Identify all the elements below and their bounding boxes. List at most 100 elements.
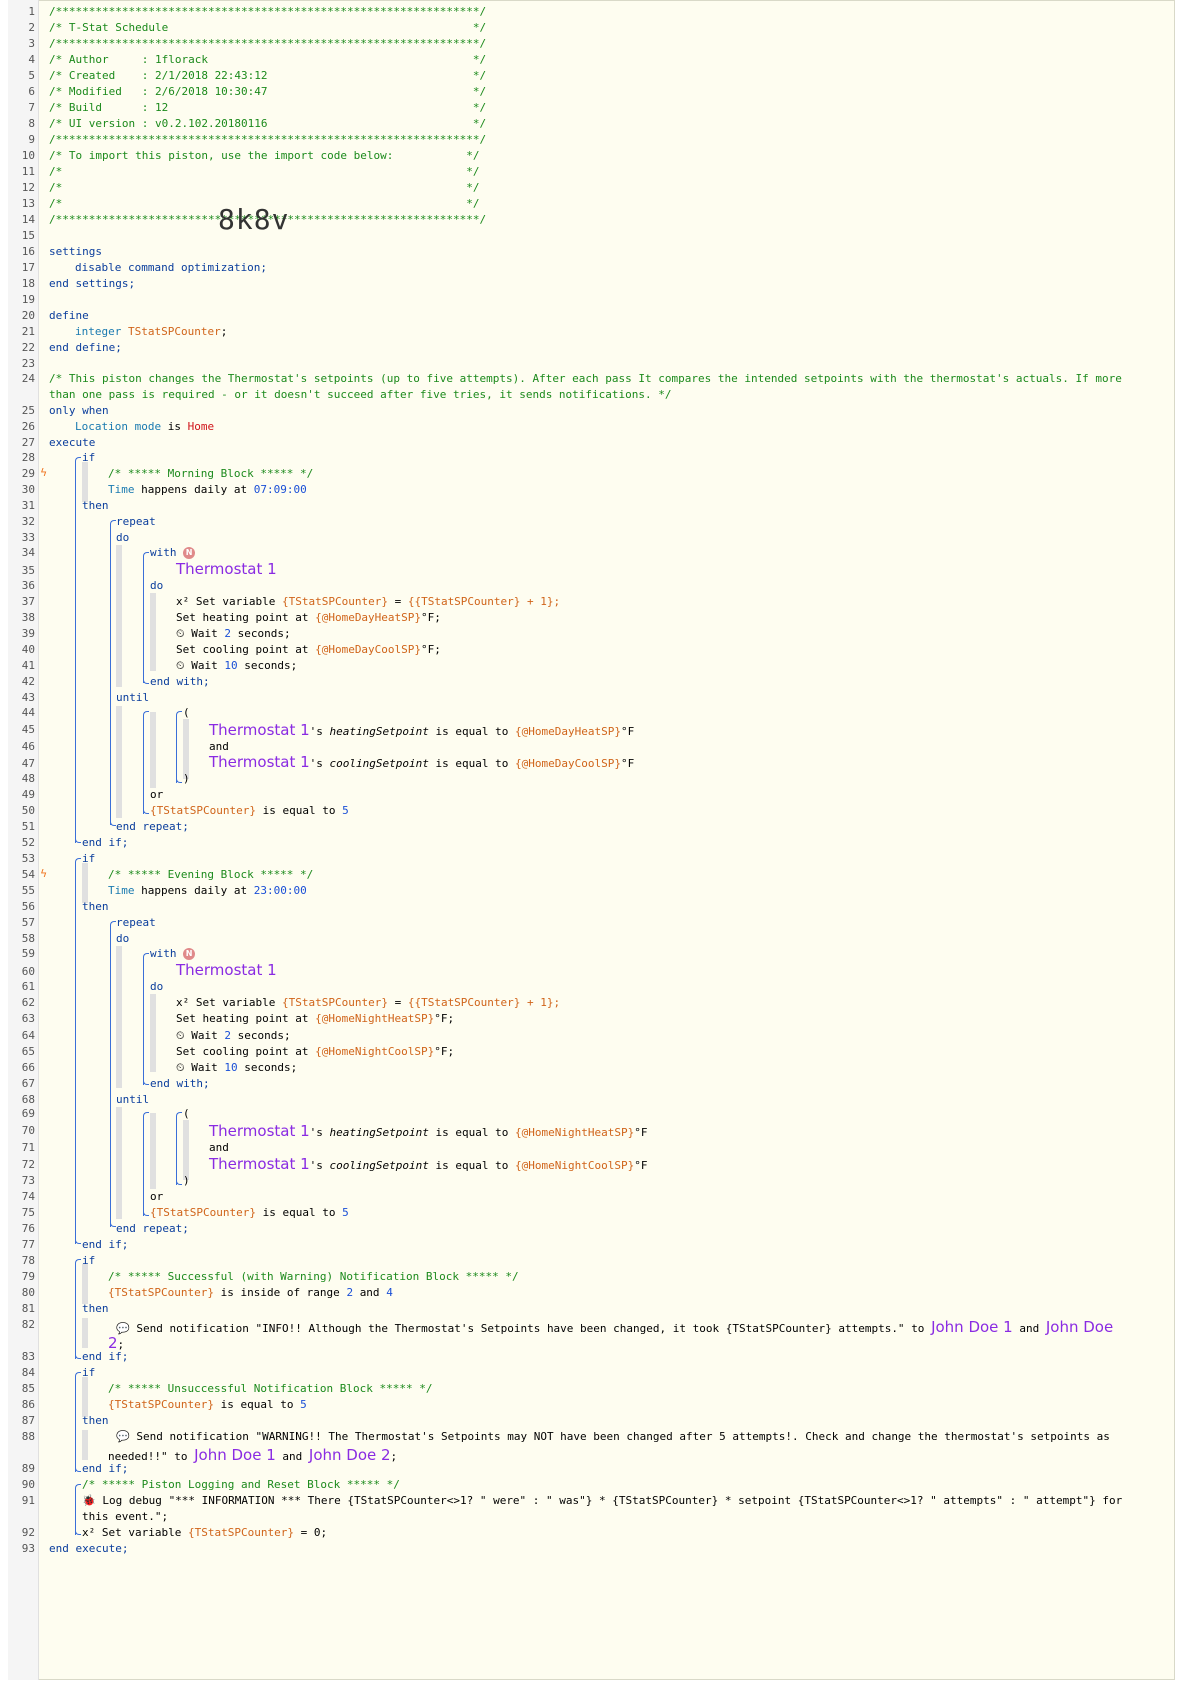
trigger-icon: ϟ <box>40 867 48 880</box>
line-number: 79 <box>21 1270 35 1283</box>
set-variable-icon: x² <box>82 1526 96 1539</box>
line-number: 33 <box>21 531 35 544</box>
or-operator[interactable]: or <box>150 1190 163 1203</box>
repeat-keyword[interactable]: repeat <box>116 515 156 528</box>
unit: °F <box>620 725 635 738</box>
set-heating-statement[interactable]: Set heating point at {@HomeDayHeatSP}°F; <box>176 611 441 624</box>
code-line: /* */ <box>49 181 480 194</box>
counter-variable: {TStatSPCounter} <box>150 804 256 817</box>
if-block-bracket-end <box>75 837 81 843</box>
range-condition[interactable]: {TStatSPCounter} is inside of range 2 an… <box>108 1286 393 1299</box>
until-condition[interactable]: Thermostat 1's coolingSetpoint is equal … <box>209 753 634 771</box>
equals: = <box>394 595 402 608</box>
compare-value: 5 <box>300 1398 307 1411</box>
disable-command-optimization[interactable]: disable command optimization; <box>75 261 267 274</box>
line-number: 6 <box>28 85 35 98</box>
variable-declaration[interactable]: integer TStatSPCounter; <box>75 325 227 338</box>
until-condition[interactable]: Thermostat 1's heatingSetpoint is equal … <box>209 1122 647 1140</box>
wait-label: Wait <box>191 1061 218 1074</box>
until-bar <box>116 1107 122 1219</box>
send-notification-statement[interactable]: 💬 Send notification "INFO!! Although the… <box>116 1318 1113 1336</box>
log-message-end: this event."; <box>82 1510 169 1523</box>
code-line: /***************************************… <box>49 37 487 50</box>
until-condition[interactable]: Thermostat 1's heatingSetpoint is equal … <box>209 721 634 739</box>
equal-condition[interactable]: {TStatSPCounter} is equal to 5 <box>108 1398 307 1411</box>
to-label: to <box>174 1450 188 1463</box>
line-number: 36 <box>21 579 35 592</box>
time-condition[interactable]: Time happens daily at 07:09:00 <box>108 483 307 496</box>
counter-variable: {TStatSPCounter} <box>150 1206 256 1219</box>
if-keyword[interactable]: if <box>82 852 95 865</box>
wait-statement[interactable]: ⏲ Wait 2 seconds; <box>176 627 291 641</box>
with-keyword[interactable]: with N <box>150 546 196 559</box>
wait-statement[interactable]: ⏲ Wait 10 seconds; <box>176 659 297 673</box>
line-number: 82 <box>21 1318 35 1331</box>
counter-variable: {TStatSPCounter} <box>108 1286 214 1299</box>
line-number: 68 <box>21 1093 35 1106</box>
line-number: 7 <box>28 101 35 114</box>
set-cooling-statement[interactable]: Set cooling point at {@HomeNightCoolSP}°… <box>176 1045 454 1058</box>
comparison: is equal to <box>220 1398 294 1411</box>
line-number: 23 <box>21 357 35 370</box>
repeat-keyword[interactable]: repeat <box>116 916 156 929</box>
set-heating-statement[interactable]: Set heating point at {@HomeNightHeatSP}°… <box>176 1012 454 1025</box>
do-bar <box>116 545 122 687</box>
import-code[interactable]: 8k8v <box>218 203 289 236</box>
wait-statement[interactable]: ⏲ Wait 10 seconds; <box>176 1061 297 1075</box>
comparison: is equal to <box>435 757 509 770</box>
timer-icon: ⏲ <box>176 1029 185 1042</box>
end-with: end with; <box>150 675 210 688</box>
or-operator[interactable]: or <box>150 788 163 801</box>
and-operator[interactable]: and <box>209 1141 229 1154</box>
log-statement[interactable]: 🐞 Log debug "*** INFORMATION *** There {… <box>82 1494 1122 1507</box>
line-number: 37 <box>21 595 35 608</box>
until-block-bracket <box>143 1112 149 1216</box>
end-execute: end execute; <box>49 1542 129 1555</box>
line-number: 71 <box>21 1141 35 1154</box>
if-keyword[interactable]: if <box>82 1254 95 1267</box>
with-block-bracket <box>143 552 149 683</box>
set-variable-statement[interactable]: x² Set variable {TStatSPCounter} = {{TSt… <box>176 595 560 608</box>
timer-icon: ⏲ <box>176 659 185 672</box>
set-variable-statement[interactable]: x² Set variable {TStatSPCounter} = {{TSt… <box>176 996 560 1009</box>
line-number: 9 <box>28 133 35 146</box>
line-number: 29 <box>21 467 35 480</box>
timer-icon: ⏲ <box>176 627 185 640</box>
set-variable-label: Set variable <box>101 1526 182 1539</box>
line-number: 54 <box>21 868 35 881</box>
line-number: 60 <box>21 965 35 978</box>
set-cooling-statement[interactable]: Set cooling point at {@HomeDayCoolSP}°F; <box>176 643 441 656</box>
if-keyword[interactable]: if <box>82 1366 95 1379</box>
line-number: 46 <box>21 740 35 753</box>
until-condition[interactable]: {TStatSPCounter} is equal to 5 <box>150 804 349 817</box>
device-name[interactable]: Thermostat 1 <box>176 961 277 979</box>
end-if: end if; <box>82 1350 129 1363</box>
line-number: 65 <box>21 1045 35 1058</box>
line-number: 22 <box>21 341 35 354</box>
happens-daily: happens daily at <box>141 884 248 897</box>
if-block-bracket-end <box>75 1238 81 1244</box>
time-condition[interactable]: Time happens daily at 23:00:00 <box>108 884 307 897</box>
chat-icon: 💬 <box>116 1430 130 1443</box>
send-notification-statement[interactable]: 💬 Send notification "WARNING!! The Therm… <box>116 1430 1110 1443</box>
if-keyword[interactable]: if <box>82 451 95 464</box>
device-name[interactable]: Thermostat 1 <box>176 560 277 578</box>
until-condition[interactable]: {TStatSPCounter} is equal to 5 <box>150 1206 349 1219</box>
and-operator[interactable]: and <box>209 740 229 753</box>
device-name: Thermostat 1 <box>209 721 310 739</box>
line-number: 44 <box>21 706 35 719</box>
log-debug-label: Log debug <box>102 1494 162 1507</box>
restriction-condition[interactable]: Location mode is Home <box>75 420 214 433</box>
with-keyword[interactable]: with N <box>150 947 196 960</box>
comparison: is equal to <box>435 1159 509 1172</box>
reset-expression: = 0; <box>300 1526 328 1539</box>
line-number: 84 <box>21 1366 35 1379</box>
line-number: 78 <box>21 1254 35 1267</box>
wait-statement[interactable]: ⏲ Wait 2 seconds; <box>176 1029 291 1043</box>
counter-variable: {TStatSPCounter} <box>187 1526 294 1539</box>
line-number: 83 <box>21 1350 35 1363</box>
seconds-label: seconds; <box>244 1061 298 1074</box>
until-condition[interactable]: Thermostat 1's coolingSetpoint is equal … <box>209 1155 647 1173</box>
set-variable-statement[interactable]: x² Set variable {TStatSPCounter} = 0; <box>82 1526 327 1539</box>
do-bar <box>150 994 156 1072</box>
